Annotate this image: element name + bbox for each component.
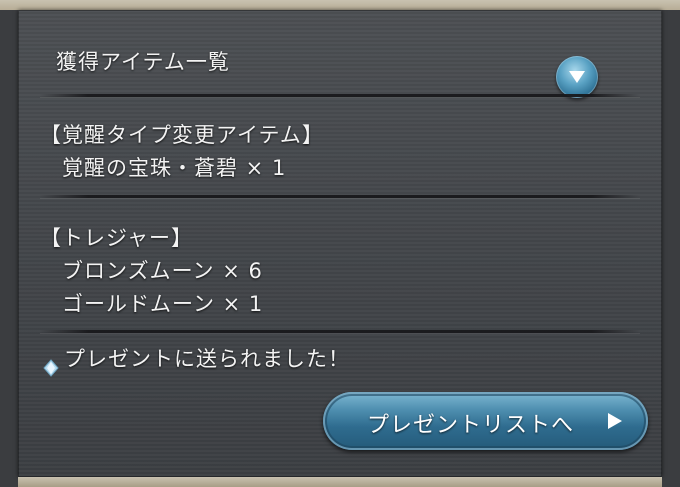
present-list-button[interactable]: プレゼントリストへ: [323, 392, 648, 450]
collapse-toggle-button[interactable]: [556, 56, 598, 98]
notice-text: プレゼントに送られました！: [64, 347, 350, 371]
chevron-down-icon: [569, 71, 585, 83]
section-heading-awakening: 【覚醒タイプ変更アイテム】: [40, 123, 324, 147]
list-item: ゴールドムーン × 1: [62, 292, 264, 316]
section-heading-treasure: 【トレジャー】: [40, 226, 193, 250]
list-item: ブロンズムーン × 6: [62, 259, 263, 283]
arrow-right-icon: [608, 413, 622, 429]
dialog-title: 獲得アイテム一覧: [56, 50, 230, 74]
divider: [40, 195, 640, 198]
divider: [40, 94, 640, 97]
acquired-items-dialog: 獲得アイテム一覧 【覚醒タイプ変更アイテム】 覚醒の宝珠・蒼碧 × 1 【トレジ…: [18, 10, 662, 477]
list-item: 覚醒の宝珠・蒼碧 × 1: [62, 156, 287, 180]
present-list-button-label: プレゼントリストへ: [367, 413, 575, 438]
diamond-icon: [43, 359, 59, 377]
window-frame-bottom: [18, 477, 662, 487]
divider: [40, 330, 640, 333]
